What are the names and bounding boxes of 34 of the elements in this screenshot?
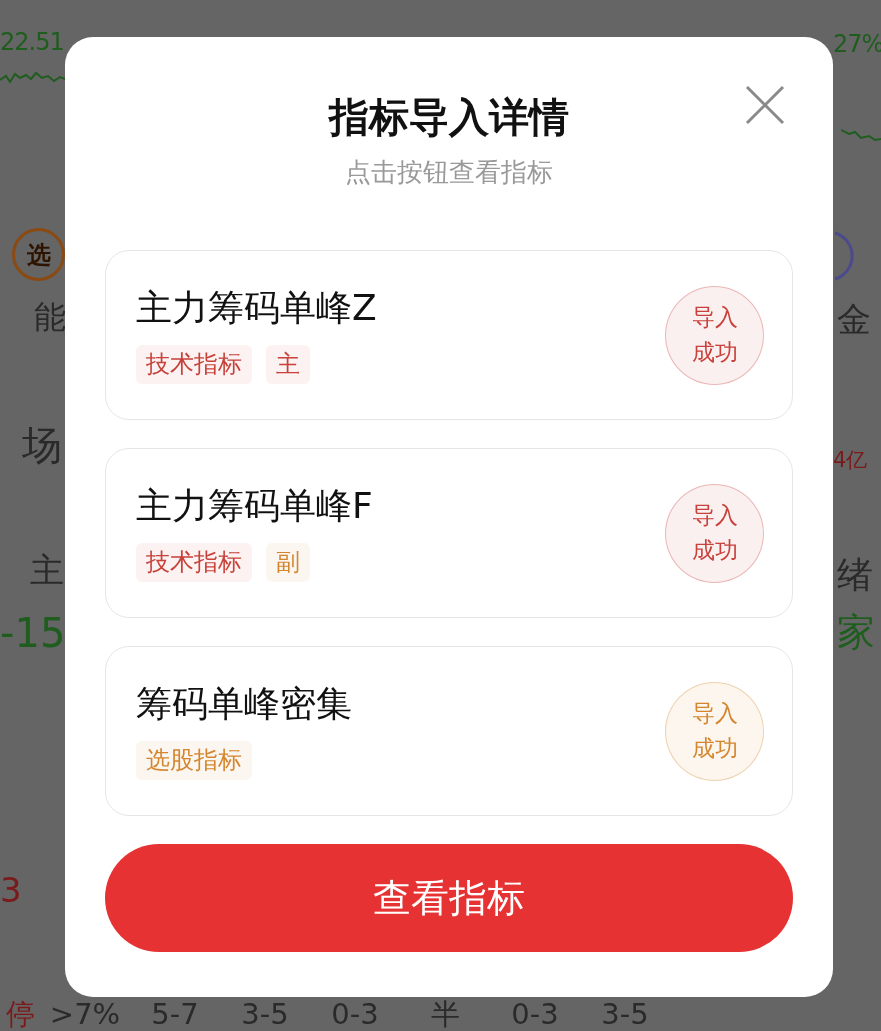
background-text: 3 xyxy=(0,873,23,907)
background-text: 5-7 xyxy=(150,999,200,1029)
background-text: 4亿 xyxy=(833,450,869,471)
background-text: 22.51 xyxy=(0,30,65,54)
dialog-subtitle: 点击按钮查看指标 xyxy=(345,157,553,189)
background-text: -15 xyxy=(0,613,65,653)
background-text: 场 xyxy=(21,425,63,465)
background-text: 绪 xyxy=(836,557,874,593)
indicator-name: 筹码单峰密集 xyxy=(136,682,353,726)
background-text: 半 xyxy=(429,999,461,1029)
view-indicators-button[interactable]: 查看指标 xyxy=(105,844,793,953)
indicator-name: 主力筹码单峰F xyxy=(136,484,374,528)
indicator-tag: 选股指标 xyxy=(136,741,252,781)
arc-icon xyxy=(833,230,855,282)
indicator-tag: 技术指标 xyxy=(136,543,252,583)
background-text: 0-3 xyxy=(510,999,560,1029)
background-text: 3-5 xyxy=(600,999,650,1029)
background-text: 能 xyxy=(33,301,65,333)
indicator-tag: 技术指标 xyxy=(136,345,252,385)
indicator-tag: 副 xyxy=(266,543,310,583)
status-badge: 导入 成功 xyxy=(665,483,764,583)
background-text: 停 xyxy=(4,999,36,1029)
background-text: 金 xyxy=(836,302,872,336)
status-badge: 导入 成功 xyxy=(665,681,764,781)
indicator-name: 主力筹码单峰Z xyxy=(136,286,378,330)
background-text: 3-5 xyxy=(240,999,290,1029)
background-text: >7% xyxy=(48,999,122,1029)
indicator-tag: 主 xyxy=(266,345,310,385)
dialog-title: 指标导入详情 xyxy=(329,93,569,141)
status-badge: 导入 成功 xyxy=(665,285,764,385)
background-text: 主 xyxy=(29,553,65,587)
close-icon[interactable] xyxy=(745,85,785,125)
background-text: 家 xyxy=(836,613,876,651)
background-text: 0-3 xyxy=(330,999,380,1029)
